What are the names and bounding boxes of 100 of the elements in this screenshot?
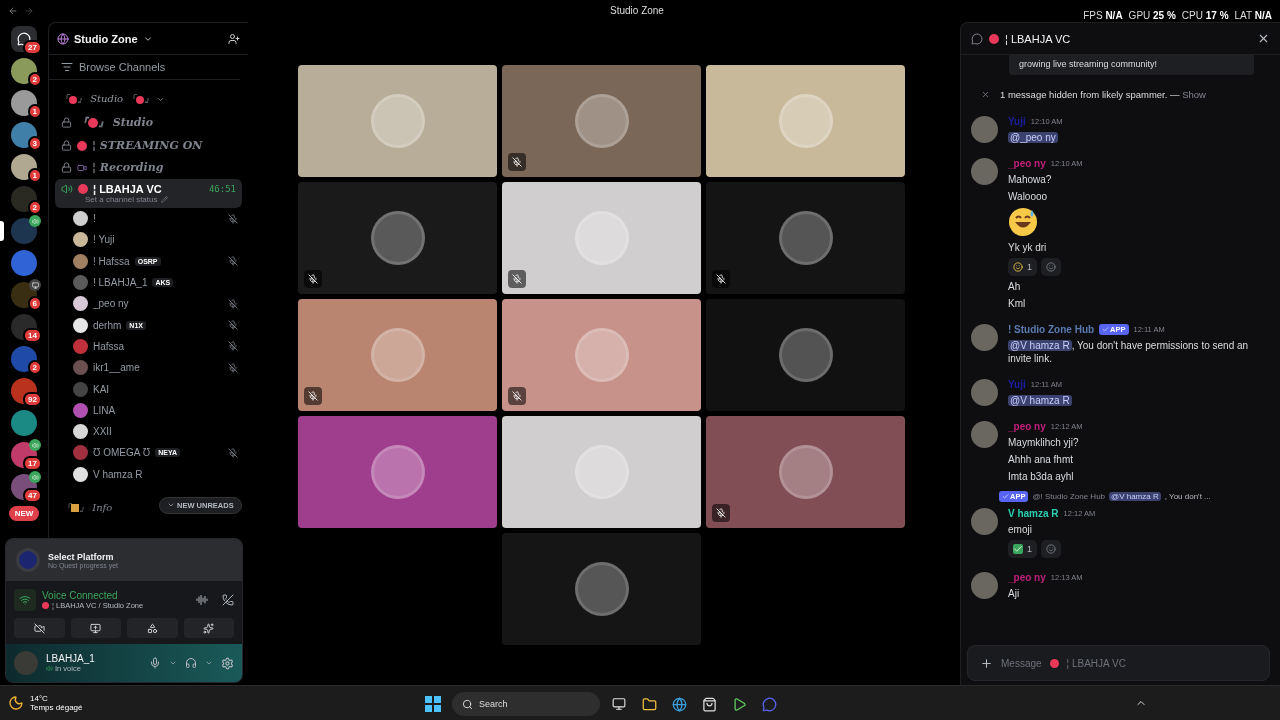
video-tile[interactable] — [502, 182, 701, 294]
message-text: Mahowa? — [1008, 173, 1053, 186]
add-reaction-button[interactable] — [1041, 540, 1061, 558]
video-tile[interactable] — [706, 416, 905, 528]
activities-button[interactable] — [127, 618, 178, 638]
video-tile[interactable] — [298, 65, 497, 177]
member-name: V hamza R — [93, 468, 143, 480]
user-avatar[interactable] — [971, 379, 998, 406]
disconnect-button[interactable] — [222, 594, 234, 606]
reply-author[interactable]: @! Studio Zone Hub — [1032, 492, 1106, 501]
participant-avatar — [574, 328, 629, 382]
microphone-button[interactable] — [149, 657, 161, 669]
message-author[interactable]: _peo ny — [1008, 158, 1046, 169]
close-button[interactable] — [1257, 32, 1270, 45]
start-icon[interactable] — [422, 693, 444, 715]
video-tile[interactable] — [298, 416, 497, 528]
channel-item[interactable]: ¦ LBAHJA VC 46:51 Set a channel status — [55, 179, 242, 208]
performance-stat: CPU 17 % — [1181, 9, 1229, 21]
voice-member[interactable]: LINA — [73, 399, 238, 421]
video-tile[interactable] — [298, 299, 497, 411]
video-tile[interactable] — [706, 182, 905, 294]
screen-share-button[interactable] — [70, 618, 121, 638]
unread-badge: 17 — [23, 456, 42, 471]
video-tile[interactable] — [706, 65, 905, 177]
back-icon[interactable] — [8, 6, 18, 16]
new-badge[interactable]: NEW — [8, 506, 40, 521]
server-icon[interactable] — [11, 218, 37, 244]
chat-bubble-icon — [17, 32, 31, 46]
video-tile[interactable] — [298, 182, 497, 294]
soundboard-button[interactable] — [196, 594, 208, 606]
message-author[interactable]: ! Studio Zone Hub — [1008, 324, 1095, 335]
voice-member[interactable]: _peo ny — [73, 293, 238, 315]
invite-icon[interactable] — [228, 32, 240, 45]
voice-status: Voice Connected — [42, 590, 119, 601]
reaction-button[interactable]: 1 — [1008, 540, 1037, 558]
message-author[interactable]: _peo ny — [1008, 572, 1046, 583]
browse-label: Browse Channels — [79, 61, 166, 73]
server-icon[interactable] — [11, 186, 37, 212]
server-icon[interactable] — [11, 58, 37, 84]
camera-button[interactable] — [14, 618, 65, 638]
voice-member[interactable]: ! — [73, 208, 238, 230]
member-name: KAI — [93, 383, 110, 395]
headphones-icon — [185, 657, 197, 669]
channel-name: ¦ STREAMING ON — [92, 139, 203, 152]
participant-avatar — [370, 445, 425, 499]
reaction-button[interactable]: 1 — [1008, 258, 1037, 276]
close-icon[interactable] — [981, 90, 990, 99]
scroll-icon — [71, 504, 79, 513]
channel-status[interactable]: Set a channel status — [61, 195, 158, 204]
message-field[interactable]: Message ¦ LBAHJA VC — [967, 645, 1270, 681]
circle-icon — [42, 602, 49, 609]
voice-member[interactable]: Hafssa — [73, 335, 238, 358]
video-tile[interactable] — [502, 416, 701, 528]
pencil-icon[interactable] — [160, 196, 168, 203]
server-icon[interactable] — [11, 346, 37, 372]
user-avatar[interactable] — [971, 116, 998, 143]
voice-member[interactable]: ikr1__ame — [73, 357, 238, 379]
user-avatar[interactable] — [971, 508, 998, 535]
unread-badge: 14 — [23, 328, 42, 343]
plus-icon[interactable] — [980, 656, 993, 670]
user-avatar[interactable] — [971, 572, 998, 599]
smiley-icon — [1046, 544, 1056, 554]
channel-name[interactable]: 『 』 Info — [61, 500, 113, 515]
voice-member[interactable]: ! Yuji — [73, 229, 238, 251]
participant-avatar — [778, 94, 833, 148]
server-icon[interactable] — [11, 154, 37, 180]
settings-button[interactable] — [221, 656, 234, 670]
server-icon[interactable] — [11, 90, 37, 116]
participant-avatar — [778, 445, 833, 499]
caret-button[interactable] — [205, 659, 213, 667]
effects-button[interactable] — [183, 618, 234, 638]
user-avatar[interactable] — [971, 421, 998, 448]
search-field[interactable]: Search — [452, 692, 600, 716]
message-author[interactable]: _peo ny — [1008, 421, 1046, 432]
channel-item[interactable]: ¦ Recording — [55, 157, 242, 178]
headphones-button[interactable] — [185, 657, 197, 669]
user-avatar[interactable] — [971, 324, 998, 351]
message-author[interactable]: V hamza R — [1008, 508, 1059, 519]
user-avatar[interactable] — [971, 158, 998, 185]
add-reaction-button[interactable] — [1041, 258, 1061, 276]
voice-member[interactable]: XXII — [73, 420, 238, 443]
server-icon[interactable] — [11, 122, 37, 148]
video-tile[interactable] — [502, 65, 701, 177]
server-name[interactable]: Studio Zone — [74, 32, 138, 45]
quest-icon — [16, 548, 40, 572]
video-tile[interactable] — [502, 299, 701, 411]
channel-item[interactable]: 『 』 Studio — [55, 111, 242, 134]
channel-item[interactable]: ¦ STREAMING ON — [55, 135, 242, 156]
show-link[interactable]: Show — [1182, 89, 1206, 100]
video-tile[interactable] — [502, 533, 701, 645]
server-icon[interactable] — [11, 378, 37, 404]
camera-off-icon — [33, 622, 45, 634]
voice-member[interactable]: KAI — [73, 378, 238, 400]
server-icon — [57, 32, 69, 45]
message-text: @V hamza R , You don't have permissions to send an invite link. — [1008, 339, 1250, 365]
browse-channels[interactable]: Browse Channels — [49, 55, 240, 80]
voice-member[interactable]: V hamza R — [73, 463, 238, 485]
video-tile[interactable] — [706, 299, 905, 411]
caret-button[interactable] — [169, 659, 177, 667]
channel-category[interactable]: 『 』 Studio 『 』 — [55, 88, 242, 110]
